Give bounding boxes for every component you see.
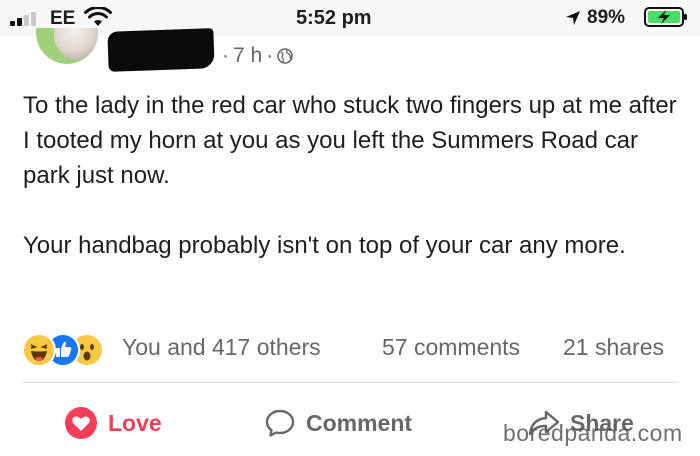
battery-percent: 89% (587, 7, 626, 28)
carrier-name: EE (50, 8, 76, 29)
avatar[interactable] (36, 28, 98, 64)
watermark: boredpanda.com (503, 420, 683, 446)
comment-button[interactable]: Comment (264, 404, 412, 442)
status-bar: EE 5:52 pm 89% (0, 0, 700, 36)
comment-icon (265, 409, 295, 437)
haha-reaction-icon (22, 333, 56, 367)
post-meta: · 7 h · (218, 44, 294, 68)
meta-separator: · (266, 44, 274, 67)
redacted-author-name (107, 28, 215, 72)
reaction-icons[interactable] (22, 333, 104, 367)
clock-time: 5:52 pm (296, 7, 372, 29)
location-arrow-icon (566, 11, 580, 25)
divider (22, 382, 678, 383)
meta-separator: · (222, 44, 229, 67)
love-label: Love (108, 409, 162, 436)
comment-label: Comment (306, 409, 413, 436)
shares-count[interactable]: 21 shares (563, 334, 664, 361)
post-paragraph-2: Your handbag probably isn't on top of yo… (23, 232, 626, 259)
globe-icon (277, 48, 294, 64)
love-button[interactable]: Love (64, 404, 162, 442)
wifi-icon (84, 7, 112, 26)
love-icon (65, 407, 97, 439)
battery-charging-icon (644, 7, 687, 27)
signal-icon (10, 10, 44, 26)
post-age[interactable]: 7 h (233, 44, 262, 67)
comments-count[interactable]: 57 comments (382, 334, 520, 361)
post-paragraph-1: To the lady in the red car who stuck two… (23, 92, 677, 189)
reaction-summary[interactable]: You and 417 others (122, 334, 321, 361)
post-text: To the lady in the red car who stuck two… (23, 88, 683, 263)
